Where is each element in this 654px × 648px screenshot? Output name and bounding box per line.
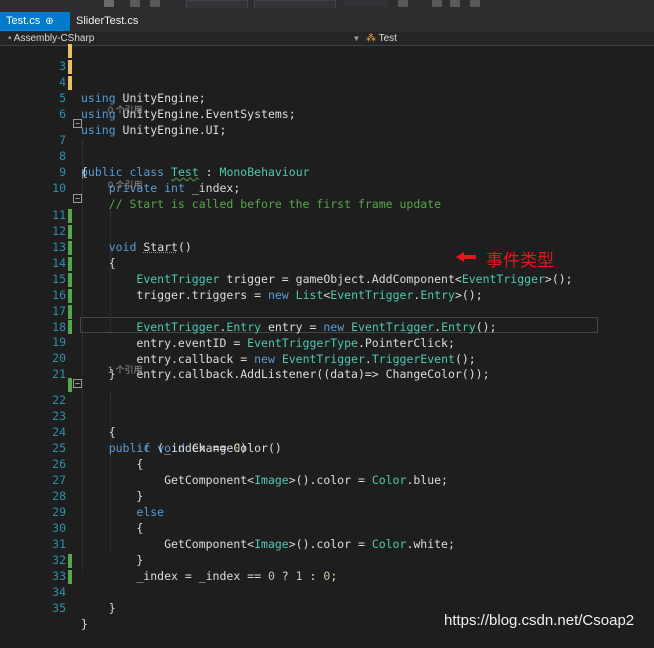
code-line: 3 using UnityEngine; <box>0 42 654 105</box>
code-line: 15 <box>0 255 654 286</box>
code-line: 27 } <box>0 456 654 503</box>
code-line: 7 − public class Test : MonoBehaviour <box>0 116 654 179</box>
tab-slidertest-cs[interactable]: SliderTest.cs <box>70 12 150 31</box>
code-editor[interactable]: 3 using UnityEngine; 4 using UnityEngine… <box>0 44 654 639</box>
tab-label: Test.cs <box>6 15 41 27</box>
code-line: 26 GetComponent<Image>().color = Color.b… <box>0 440 654 487</box>
redo-icon[interactable] <box>150 0 160 7</box>
platform-dropdown[interactable] <box>254 0 336 8</box>
toolbar-icon[interactable] <box>432 0 442 7</box>
code-line: 14 trigger.triggers = new List<EventTrig… <box>0 239 654 302</box>
change-marker <box>68 76 72 90</box>
code-line: 35 <box>0 584 654 615</box>
change-marker <box>68 305 72 319</box>
change-marker <box>68 273 72 287</box>
change-marker <box>68 225 72 239</box>
change-marker <box>68 320 72 334</box>
attach-button[interactable] <box>344 0 388 7</box>
code-line: 8 { <box>0 132 654 179</box>
code-line: 22 − public void ChangeColor() <box>0 376 654 455</box>
change-marker <box>68 570 72 584</box>
code-line: 34 } <box>0 568 654 631</box>
code-line: 19 entry.callback.AddListener((data)=> C… <box>0 318 654 381</box>
code-text: } <box>81 601 116 615</box>
code-line: 28 else <box>0 472 654 519</box>
codelens-references[interactable]: 1 个引用 <box>108 364 143 376</box>
line-number: 35 <box>52 601 66 615</box>
pin-icon[interactable]: ⊕ <box>45 12 53 31</box>
change-marker <box>68 554 72 568</box>
undo-icon[interactable] <box>130 0 140 7</box>
arrow-annotation-icon <box>456 252 476 262</box>
code-line: 18 entry.callback = new EventTrigger.Tri… <box>0 303 654 366</box>
tab-label: SliderTest.cs <box>76 15 139 27</box>
toolbar <box>0 0 654 8</box>
config-dropdown[interactable] <box>186 0 248 8</box>
change-marker <box>68 289 72 303</box>
code-text: } <box>81 617 88 631</box>
code-line: 20 } <box>0 334 654 381</box>
code-line: 30 GetComponent<Image>().color = Color.w… <box>0 504 654 551</box>
code-line: 4 using UnityEngine.EventSystems; <box>0 58 654 121</box>
code-line: 13 EventTrigger trigger = gameObject.Add… <box>0 223 654 286</box>
toolbar-icon[interactable] <box>398 0 408 7</box>
watermark: https://blog.csdn.net/Csoap2 <box>444 612 635 629</box>
codelens-references[interactable]: 0 个引用 <box>108 104 143 116</box>
save-icon[interactable] <box>104 0 114 7</box>
code-line: 12 { <box>0 207 654 270</box>
change-marker <box>68 209 72 223</box>
code-line: 32 _index = _index == 0 ? 1 : 0; <box>0 536 654 583</box>
codelens-references[interactable]: 0 个引用 <box>108 179 143 191</box>
change-marker <box>68 60 72 74</box>
code-line: 9 private int _index; <box>0 148 654 195</box>
code-line: 17 entry.eventID = EventTriggerType.Poin… <box>0 287 654 350</box>
toolbar-icon[interactable] <box>450 0 460 7</box>
code-line: 11 − void Start() <box>0 191 654 254</box>
code-line: 21 <box>0 350 654 381</box>
fold-toggle[interactable]: − <box>73 194 82 203</box>
change-marker <box>68 378 72 392</box>
code-line: 25 { <box>0 424 654 471</box>
code-line: 10 // Start is called before the first f… <box>0 164 654 211</box>
document-tab-bar: Test.cs⊕✕ SliderTest.cs <box>0 8 654 46</box>
code-line: 23 { <box>0 392 654 439</box>
code-line: 6 <box>0 90 654 121</box>
code-line: 5 using UnityEngine.UI; <box>0 74 654 137</box>
code-line: 29 { <box>0 488 654 535</box>
tab-test-cs[interactable]: Test.cs⊕✕ <box>0 12 70 46</box>
code-line: 31 } <box>0 520 654 567</box>
change-marker <box>68 257 72 271</box>
fold-toggle[interactable]: − <box>73 119 82 128</box>
change-marker <box>68 44 72 58</box>
fold-toggle[interactable]: − <box>73 379 82 388</box>
toolbar-icon[interactable] <box>470 0 480 7</box>
code-line: 24 if (_index == 0) <box>0 408 654 455</box>
code-line: 16 EventTrigger.Entry entry = new EventT… <box>0 271 654 334</box>
change-marker <box>68 241 72 255</box>
annotation-label: 事件类型 <box>486 251 554 271</box>
code-line: 33 } <box>0 552 654 615</box>
